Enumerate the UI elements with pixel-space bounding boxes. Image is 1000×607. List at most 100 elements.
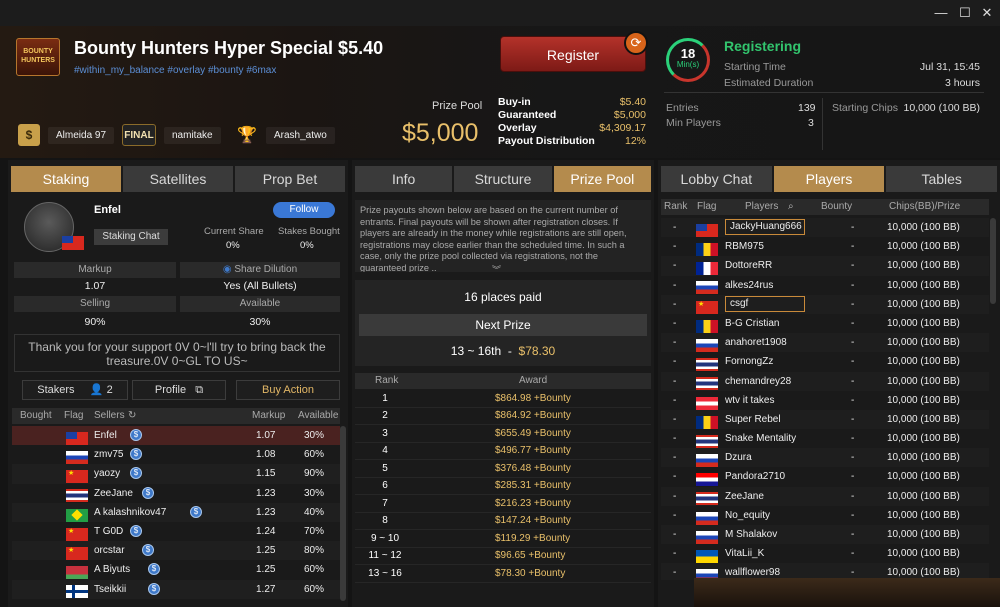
col-flag[interactable]: Flag xyxy=(64,408,83,424)
flag-th-icon xyxy=(696,434,718,448)
player-row[interactable]: - DottoreRR - 10,000 (100 BB) xyxy=(661,256,989,276)
player-row[interactable]: - ★ csgf - 10,000 (100 BB) xyxy=(661,294,989,314)
tab-prop-bet[interactable]: Prop Bet xyxy=(235,166,345,192)
player-row[interactable]: - Super Rebel - 10,000 (100 BB) xyxy=(661,409,989,430)
award-amount: $78.30 +Bounty xyxy=(495,567,566,579)
seller-row[interactable]: zmv75 $1.08 60% xyxy=(12,445,340,465)
player-row[interactable]: - Pandora2710 - 10,000 (100 BB) xyxy=(661,467,989,487)
player-row[interactable]: - B-G Cristian - 10,000 (100 BB) xyxy=(661,313,989,334)
col-award: Award xyxy=(519,375,548,386)
player-name: ZeeJane xyxy=(725,490,764,502)
seller-row[interactable]: Enfel $1.07 30% xyxy=(12,426,340,446)
player-name: wtv it takes xyxy=(725,394,775,406)
seller-row[interactable]: ZeeJane $1.23 30% xyxy=(12,483,340,503)
expand-chevron-icon[interactable]: ︾ xyxy=(492,263,501,276)
col-players[interactable]: Players xyxy=(745,199,778,215)
award-row: 8 $147.24 +Bounty xyxy=(355,513,651,530)
col-bought[interactable]: Bought xyxy=(20,408,52,424)
tournament-tags[interactable]: #within_my_balance #overlay #bounty #6ma… xyxy=(74,65,276,76)
player-name: DottoreRR xyxy=(725,260,773,272)
player-rank: - xyxy=(673,548,677,560)
seller-row[interactable]: Tseikkii $1.27 60% xyxy=(12,579,340,599)
player-row[interactable]: - FornongZz - 10,000 (100 BB) xyxy=(661,352,989,372)
col-rank[interactable]: Rank xyxy=(664,199,687,215)
player-bounty: - xyxy=(851,356,855,368)
tab-info[interactable]: Info xyxy=(355,166,453,192)
col-bounty[interactable]: Bounty xyxy=(821,199,852,215)
player-row[interactable]: - chemandrey28 - 10,000 (100 BB) xyxy=(661,371,989,391)
follow-button[interactable]: Follow xyxy=(273,202,335,218)
player-row[interactable]: - wtv it takes - 10,000 (100 BB) xyxy=(661,390,989,410)
col-sellers[interactable]: Sellers xyxy=(94,408,125,424)
starting-time-label: Starting Time xyxy=(724,61,786,73)
seller-name: A kalashnikov47 xyxy=(94,506,167,518)
award-rank: 1 xyxy=(382,392,388,404)
award-rank: 3 xyxy=(382,427,388,439)
starting-chips-value: 10,000 (100 BB) xyxy=(903,102,980,114)
tab-satellites[interactable]: Satellites xyxy=(123,166,233,192)
flag-tw-icon xyxy=(66,431,88,445)
tab-structure[interactable]: Structure xyxy=(454,166,552,192)
flag-fr-icon xyxy=(696,262,718,276)
stakers-button[interactable]: Stakers 👤 2 xyxy=(22,380,128,400)
players-scrollbar[interactable] xyxy=(990,218,996,304)
search-icon[interactable]: ⌕ xyxy=(788,199,794,215)
player-rank: - xyxy=(673,509,677,521)
buy-action-button[interactable]: Buy Action xyxy=(236,380,340,400)
refresh-icon[interactable]: ↻ xyxy=(128,408,136,424)
current-share-value: 0% xyxy=(226,240,240,251)
staking-chat-button[interactable]: Staking Chat xyxy=(94,229,168,245)
player-row[interactable]: - anahoret1908 - 10,000 (100 BB) xyxy=(661,333,989,353)
min-players-value: 3 xyxy=(808,117,814,129)
maximize-icon[interactable]: ☐ xyxy=(956,4,974,22)
tab-players[interactable]: Players xyxy=(773,166,885,192)
profile-button[interactable]: Profile ⧉ xyxy=(132,380,226,400)
markup-label: Markup xyxy=(14,262,176,278)
prize-pool-panel: Info Structure Prize Pool Prize payouts … xyxy=(352,160,654,607)
award-row: 1 $864.98 +Bounty xyxy=(355,390,651,408)
player-rank: - xyxy=(673,279,677,291)
entries-label: Entries xyxy=(666,102,699,114)
player-row[interactable]: - ZeeJane - 10,000 (100 BB) xyxy=(661,486,989,506)
player-chips: 10,000 (100 BB) xyxy=(887,241,960,253)
tab-tables[interactable]: Tables xyxy=(886,166,998,192)
lobby-tabs: Lobby Chat Players Tables xyxy=(661,166,998,192)
col-flag[interactable]: Flag xyxy=(697,199,716,215)
staking-badge-icon: $ xyxy=(130,524,142,537)
player-name: Dzura xyxy=(725,452,752,464)
col-available[interactable]: Available xyxy=(298,408,338,424)
minimize-icon[interactable]: — xyxy=(932,4,950,22)
seller-markup: 1.25 xyxy=(256,545,276,557)
player-row[interactable]: - VitaLii_K - 10,000 (100 BB) xyxy=(661,544,989,564)
player-chips: 10,000 (100 BB) xyxy=(887,529,960,540)
seller-row[interactable]: A kalashnikov47 $1.23 40% xyxy=(12,502,340,522)
player-row[interactable]: - M Shalakov - 10,000 (100 BB) xyxy=(661,525,989,545)
staking-badge-icon: $ xyxy=(142,486,154,499)
sellers-scrollbar[interactable] xyxy=(340,426,346,601)
player-row[interactable]: - Snake Mentality - 10,000 (100 BB) xyxy=(661,429,989,449)
seller-available: 70% xyxy=(304,525,325,537)
seller-row[interactable]: A Biyuts $1.25 60% xyxy=(12,560,340,580)
flag-ro-icon xyxy=(696,415,718,429)
player-row[interactable]: - Dzura - 10,000 (100 BB) xyxy=(661,448,989,468)
close-icon[interactable]: ✕ xyxy=(978,4,996,22)
col-markup[interactable]: Markup xyxy=(252,408,285,424)
seller-name: ZeeJane xyxy=(94,487,133,499)
seller-row[interactable]: ★ yaozy $1.15 90% xyxy=(12,464,340,484)
player-name: chemandrey28 xyxy=(725,375,792,387)
player-name: FornongZz xyxy=(725,356,774,368)
tab-prize-pool[interactable]: Prize Pool xyxy=(553,166,651,192)
seller-row[interactable]: ★ orcstar $1.25 80% xyxy=(12,541,340,561)
player-row[interactable]: - JackyHuang666 - 10,000 (100 BB) xyxy=(661,218,989,238)
col-chips[interactable]: Chips(BB)/Prize xyxy=(889,199,960,215)
player-row[interactable]: - No_equity - 10,000 (100 BB) xyxy=(661,505,989,525)
player-row[interactable]: - RBM975 - 10,000 (100 BB) xyxy=(661,237,989,257)
player-bounty: - xyxy=(851,317,855,329)
player-row[interactable]: - alkes24rus - 10,000 (100 BB) xyxy=(661,275,989,295)
player-name: B-G Cristian xyxy=(725,317,780,329)
stakes-bought-value: 0% xyxy=(300,240,314,251)
tab-lobby-chat[interactable]: Lobby Chat xyxy=(661,166,772,192)
seller-row[interactable]: ★ T G0D $1.24 70% xyxy=(12,521,340,542)
player-chips: 10,000 (100 BB) xyxy=(887,260,960,272)
tab-staking[interactable]: Staking xyxy=(11,166,121,192)
